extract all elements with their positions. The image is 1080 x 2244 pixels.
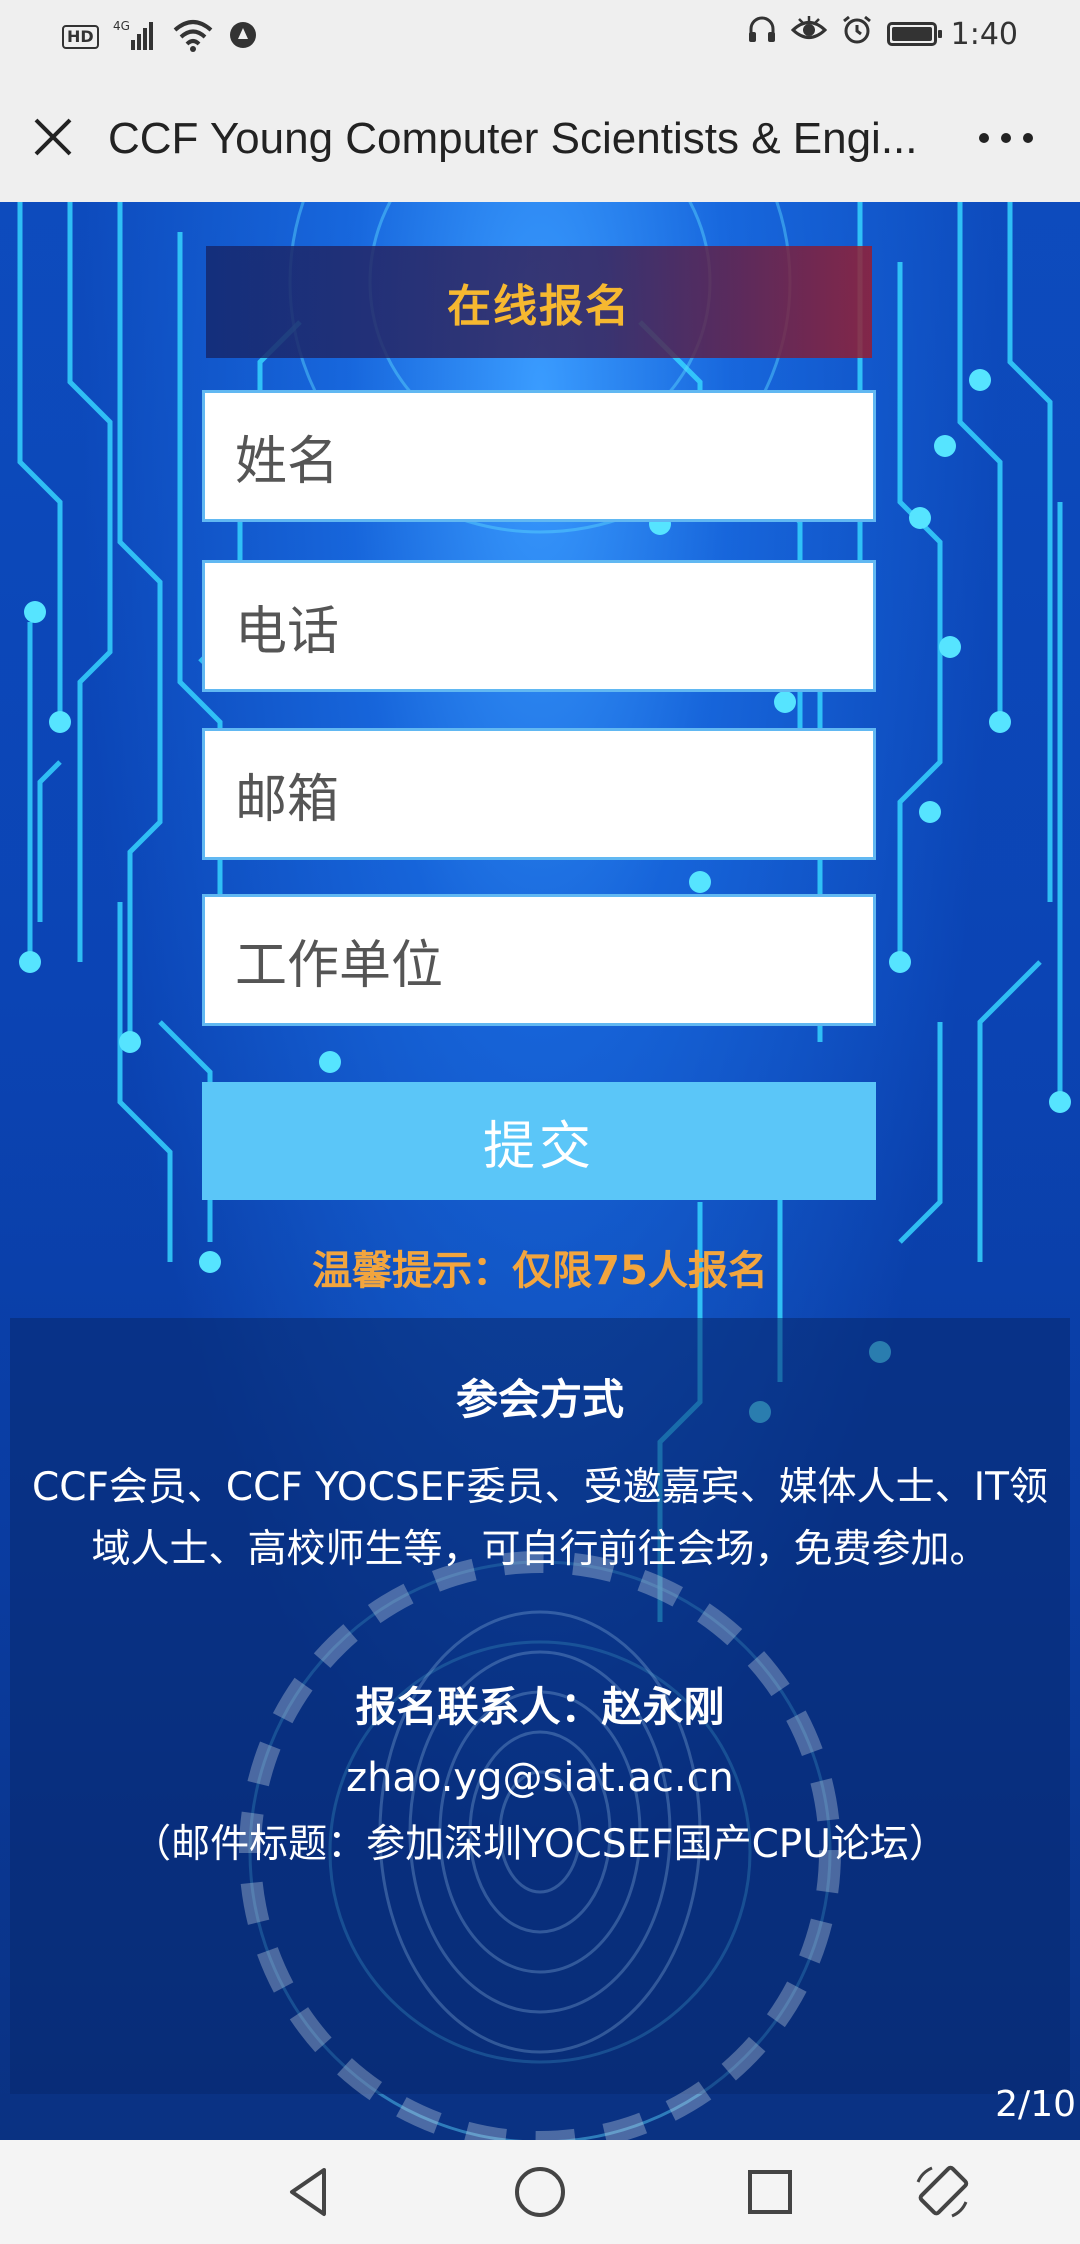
eye-icon: [790, 15, 827, 53]
home-icon[interactable]: [508, 2160, 572, 2224]
rotate-icon[interactable]: [910, 2160, 974, 2224]
page-indicator: 2/10: [995, 2084, 1076, 2125]
battery-icon: [886, 22, 942, 46]
more-icon[interactable]: [976, 122, 1036, 152]
data-saver-icon: [227, 19, 259, 55]
email-field[interactable]: 邮箱: [202, 728, 876, 860]
attendance-title: 参会方式: [455, 1375, 624, 1424]
info-text: 参会方式 CCF会员、CCF YOCSEF委员、受邀嘉宾、媒体人士、IT领域人士…: [10, 1318, 1070, 1869]
recents-icon[interactable]: [738, 2160, 802, 2224]
close-icon[interactable]: [30, 114, 76, 160]
back-icon[interactable]: [278, 2160, 342, 2224]
organization-field[interactable]: 工作单位: [202, 894, 876, 1026]
submit-button[interactable]: 提交: [202, 1082, 876, 1200]
status-bar: HD 4G 1:40: [0, 0, 1080, 72]
status-left: HD 4G: [62, 18, 259, 56]
navigation-bar: [0, 2140, 1080, 2244]
alarm-icon: [841, 14, 873, 54]
hd-icon: HD: [62, 25, 99, 49]
registration-tip: 温馨提示：仅限75人报名: [312, 1248, 768, 1294]
contact-note: （邮件标题：参加深圳YOCSEF国产CPU论坛）: [132, 1822, 948, 1867]
status-right: 1:40: [747, 14, 1018, 54]
wifi-icon: [173, 18, 213, 56]
svg-text:4G: 4G: [113, 19, 130, 33]
page-title: CCF Young Computer Scientists & Engi...: [108, 114, 918, 163]
status-time: 1:40: [950, 16, 1018, 52]
registration-title: 在线报名: [447, 281, 631, 332]
phone-field[interactable]: 电话: [202, 560, 876, 692]
headphones-icon: [747, 15, 777, 53]
signal-icon: 4G: [113, 18, 159, 56]
attendance-description: CCF会员、CCF YOCSEF委员、受邀嘉宾、媒体人士、IT领域人士、高校师生…: [32, 1465, 1048, 1572]
title-bar: CCF Young Computer Scientists & Engi...: [0, 72, 1080, 203]
registration-page: 在线报名 姓名 电话 邮箱 工作单位 提交 温馨提示：仅限75人报名 参会方式 …: [0, 202, 1080, 2140]
contact-title: 报名联系人：赵永刚: [355, 1683, 725, 1731]
contact-email[interactable]: zhao.yg@siat.ac.cn: [10, 1755, 1070, 1801]
name-field[interactable]: 姓名: [202, 390, 876, 522]
registration-banner: 在线报名: [206, 246, 872, 358]
